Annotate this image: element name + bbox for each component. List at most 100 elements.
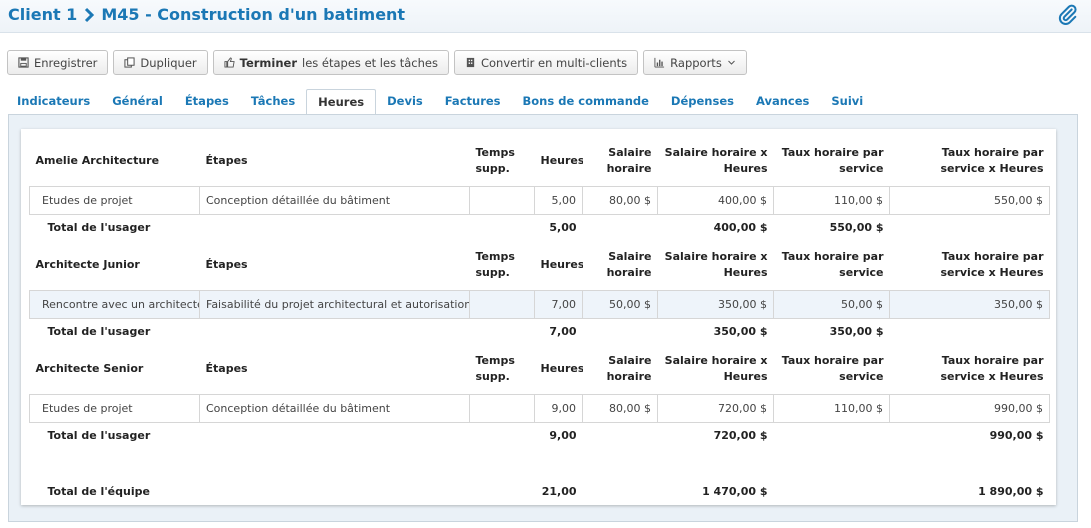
rate-cell: 50,00 $ [582,289,658,319]
hours-table: Amelie Architecture Étapes Temps supp. H… [29,137,1050,505]
total-service-x: 990,00 $ [989,429,1044,443]
save-button[interactable]: Enregistrer [7,50,109,75]
team-total-hours: 21,00 [541,484,577,498]
total-rate-x: 350,00 $ [713,325,768,339]
user-name: Architecte Senior [35,362,144,376]
total-service: 550,00 $ [829,221,884,235]
empty-cell [583,214,658,241]
rate-x-cell: 400,00 $ [657,185,774,215]
spacer-row [30,449,1050,477]
empty-cell [470,422,535,449]
breadcrumb-project: M45 - Construction d'un batiment [101,5,406,24]
table-row[interactable]: Etudes de projet Conception détaillée du… [29,393,1050,423]
empty-cell [470,477,535,505]
col-heures: Heures [540,258,583,272]
col-etapes: Étapes [205,258,248,272]
empty-cell [470,214,535,241]
rate-x-cell: 720,00 $ [657,393,774,423]
group-header: Architecte Junior Étapes Temps supp. Heu… [30,241,1050,290]
empty-cell [200,214,470,241]
col-taux: Taux horaire par service [781,250,884,280]
col-taux-x: Taux horaire par service x Heures [940,250,1044,280]
col-salaire: Salaire horaire [606,146,652,176]
service-cell: 110,00 $ [773,393,890,423]
toolbar: Enregistrer Dupliquer Terminer les étape… [7,50,747,75]
col-taux-x: Taux horaire par service x Heures [940,146,1044,176]
extra-cell [469,289,535,319]
empty-cell [200,318,470,345]
tab-depenses[interactable]: Dépenses [660,89,745,114]
group-header: Amelie Architecture Étapes Temps supp. H… [30,137,1050,186]
breadcrumb-client[interactable]: Client 1 [8,5,77,24]
team-total-label: Total de l'équipe [47,484,150,498]
page-title: Client 1 M45 - Construction d'un batimen… [8,5,405,24]
total-service-x [890,214,1050,241]
table-row[interactable]: Etudes de projet Conception détaillée du… [29,185,1050,215]
tab-suivi[interactable]: Suivi [820,89,874,114]
tab-avances[interactable]: Avances [745,89,820,114]
col-salaire: Salaire horaire [606,250,652,280]
convert-multiclient-button[interactable]: Convertir en multi-clients [453,50,639,75]
tab-etapes[interactable]: Étapes [174,89,240,114]
thumbs-up-icon [224,57,235,68]
col-etapes: Étapes [205,362,248,376]
hours-cell: 7,00 [534,289,583,319]
user-name: Amelie Architecture [35,154,160,168]
task-cell: Etudes de projet [29,393,200,423]
user-total-row: Total de l'usager 7,00 350,00 $ 350,00 $ [30,318,1050,345]
col-temps-supp: Temps supp. [475,354,515,384]
total-hours: 7,00 [549,325,577,339]
total-label: Total de l'usager [47,429,151,443]
total-label: Total de l'usager [47,325,151,339]
reports-dropdown[interactable]: Rapports [643,50,747,75]
tab-indicateurs[interactable]: Indicateurs [6,89,101,114]
copy-icon [124,57,135,68]
group-header: Architecte Senior Étapes Temps supp. Heu… [30,345,1050,394]
rate-cell: 80,00 $ [582,393,658,423]
title-bar: Client 1 M45 - Construction d'un batimen… [0,0,1091,33]
user-total-row: Total de l'usager 5,00 400,00 $ 550,00 $ [30,214,1050,241]
tab-bons-de-commande[interactable]: Bons de commande [512,89,660,114]
col-salaire-x: Salaire horaire x Heures [664,250,768,280]
chevron-right-icon [85,7,95,22]
user-name: Architecte Junior [35,258,140,272]
table-row[interactable]: Rencontre avec un architecte Faisabilité… [29,289,1050,319]
step-cell: Conception détaillée du bâtiment [199,393,470,423]
tab-factures[interactable]: Factures [434,89,512,114]
tab-devis[interactable]: Devis [376,89,434,114]
total-label: Total de l'usager [47,221,151,235]
finish-steps-button[interactable]: Terminer les étapes et les tâches [212,50,449,75]
col-temps-supp: Temps supp. [475,146,515,176]
save-label: Enregistrer [34,55,98,70]
empty-cell [470,318,535,345]
col-heures: Heures [540,362,583,376]
task-cell: Etudes de projet [29,185,200,215]
hours-cell: 9,00 [534,393,583,423]
chevron-down-icon [727,60,735,65]
col-taux: Taux horaire par service [781,146,884,176]
duplicate-label: Dupliquer [140,55,197,70]
service-x-cell: 550,00 $ [889,185,1050,215]
tab-general[interactable]: Général [101,89,174,114]
hours-cell: 5,00 [534,185,583,215]
extra-cell [469,393,535,423]
total-rate-x: 400,00 $ [713,221,768,235]
service-x-cell: 990,00 $ [889,393,1050,423]
finish-label-rest: les étapes et les tâches [302,55,438,70]
total-service-x [890,318,1050,345]
col-etapes: Étapes [205,154,248,168]
total-hours: 5,00 [549,221,577,235]
tab-taches[interactable]: Tâches [240,89,306,114]
col-salaire: Salaire horaire [606,354,652,384]
user-total-row: Total de l'usager 9,00 720,00 $ 990,00 $ [30,422,1050,449]
empty-cell [583,477,658,505]
step-cell: Faisabilité du projet architectural et a… [199,289,470,319]
paperclip-icon[interactable] [1057,4,1079,26]
spacer-cell [30,449,1050,477]
col-temps-supp: Temps supp. [475,250,515,280]
reports-label: Rapports [670,55,722,70]
empty-cell [200,422,470,449]
tab-heures[interactable]: Heures [306,89,377,114]
duplicate-button[interactable]: Dupliquer [113,50,208,75]
service-x-cell: 350,00 $ [889,289,1050,319]
